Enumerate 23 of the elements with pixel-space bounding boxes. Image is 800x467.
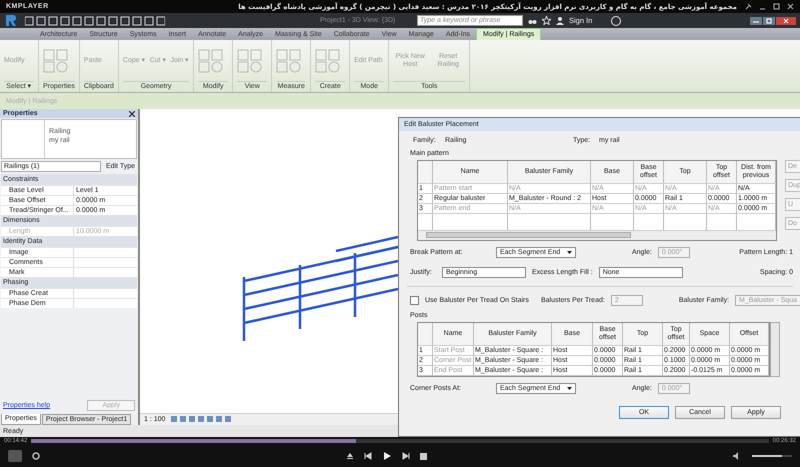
maximize-icon[interactable]: [773, 3, 780, 10]
seek-bar[interactable]: [31, 439, 769, 443]
previous-icon[interactable]: [364, 452, 372, 460]
checkbox[interactable]: [410, 296, 419, 305]
quick-access-toolbar-icon[interactable]: [25, 16, 165, 26]
star-icon[interactable]: [542, 16, 551, 25]
caret-icon: [567, 251, 572, 254]
close-icon[interactable]: [129, 110, 135, 116]
next-icon[interactable]: [402, 452, 410, 460]
close-icon[interactable]: [787, 3, 794, 10]
restore-icon[interactable]: [763, 16, 775, 24]
stop-icon[interactable]: [420, 452, 427, 460]
close-icon[interactable]: [776, 16, 796, 24]
vertical-scrollbar[interactable]: [770, 322, 780, 377]
pin-icon[interactable]: [745, 3, 752, 10]
caret-icon: [567, 387, 572, 390]
user-icon[interactable]: [556, 16, 564, 25]
eject-icon[interactable]: [346, 452, 354, 460]
view-controls-icon[interactable]: [171, 416, 232, 423]
horizontal-scrollbar[interactable]: [418, 231, 776, 240]
play-icon[interactable]: [382, 451, 392, 461]
minimize-icon[interactable]: [750, 16, 762, 24]
help-icon[interactable]: [611, 16, 622, 26]
